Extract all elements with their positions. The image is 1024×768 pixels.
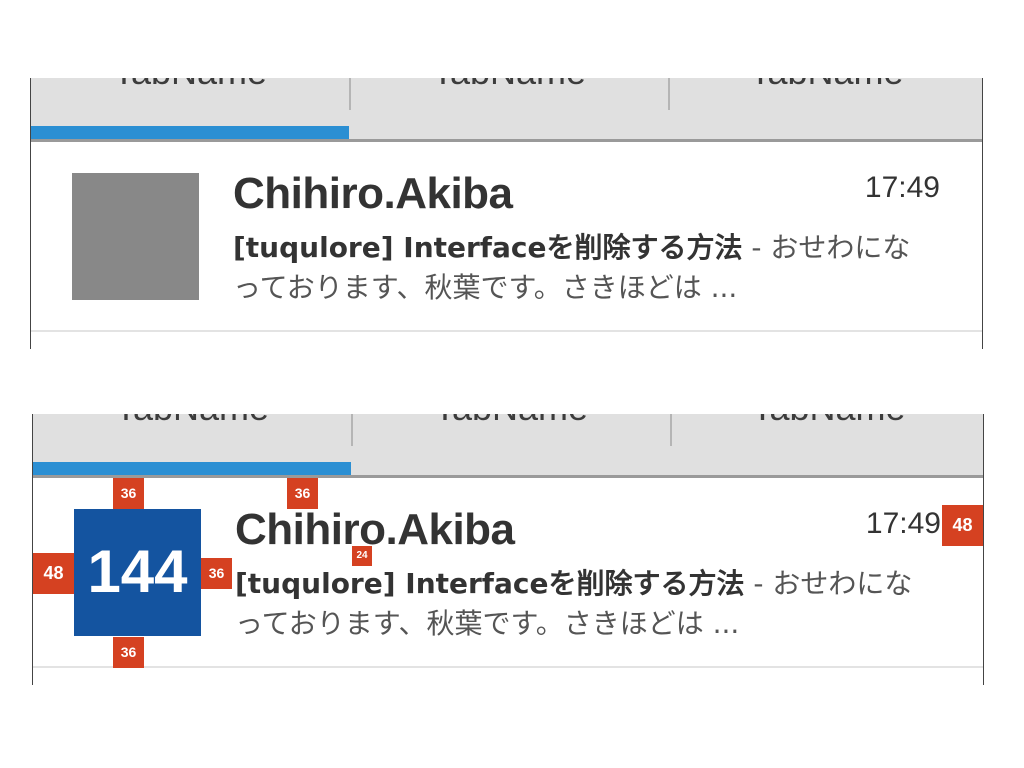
sender-name: Chihiro.Akiba (235, 505, 515, 554)
email-list-spec: TabName TabName TabName 144 Chihiro.Akib… (32, 414, 984, 685)
email-list-mockup: TabName TabName TabName Chihiro.Akiba 17… (30, 78, 983, 349)
tab-label: TabName (351, 414, 671, 430)
tab-label: TabName (669, 78, 982, 94)
message-snippet: [tuqulore] Interfaceを削除する方法 - おせわになっておりま… (233, 228, 913, 308)
spacing-badge-avatar-bottom: 36 (113, 637, 144, 668)
spacing-badge-sender-top: 36 (287, 478, 318, 509)
message-time: 17:49 (864, 171, 940, 204)
spacing-badge-text-gap: 24 (352, 546, 372, 566)
spacing-badge-avatar-top: 36 (113, 478, 144, 509)
message-subject: [tuqulore] Interfaceを削除する方法 (233, 231, 743, 264)
tab-label: TabName (31, 78, 349, 94)
tab-divider (668, 78, 670, 110)
tab-divider (670, 414, 672, 446)
tab-divider (349, 78, 351, 110)
message-snippet: [tuqulore] Interfaceを削除する方法 - おせわになっておりま… (235, 564, 915, 644)
sender-name: Chihiro.Akiba (233, 169, 513, 218)
tab-label: TabName (349, 78, 669, 94)
message-row[interactable]: 144 Chihiro.Akiba 17:49 [tuqulore] Inter… (33, 478, 983, 668)
tab-label: TabName (671, 414, 983, 430)
spacing-badge-avatar-right: 36 (201, 558, 232, 589)
avatar-size-label: 144 (87, 538, 188, 605)
snippet-separator: - (744, 567, 773, 600)
snippet-separator: - (742, 231, 771, 264)
message-row[interactable]: Chihiro.Akiba 17:49 [tuqulore] Interface… (31, 142, 982, 332)
spacing-badge-avatar-left: 48 (33, 553, 74, 594)
tab-divider (351, 414, 353, 446)
tab-2[interactable]: TabName (351, 414, 671, 475)
tab-3[interactable]: TabName (671, 414, 983, 475)
message-subject: [tuqulore] Interfaceを削除する方法 (235, 567, 745, 600)
active-tab-indicator (33, 462, 351, 475)
tab-2[interactable]: TabName (349, 78, 669, 139)
spacing-badge-time-right: 48 (942, 505, 983, 546)
sender-avatar (72, 173, 199, 300)
message-time: 17:49 (865, 507, 941, 540)
tab-3[interactable]: TabName (669, 78, 982, 139)
tab-label: TabName (33, 414, 351, 430)
tab-bar: TabName TabName TabName (33, 414, 983, 478)
tab-bar: TabName TabName TabName (31, 78, 982, 142)
sender-avatar: 144 (74, 509, 201, 636)
active-tab-indicator (31, 126, 349, 139)
